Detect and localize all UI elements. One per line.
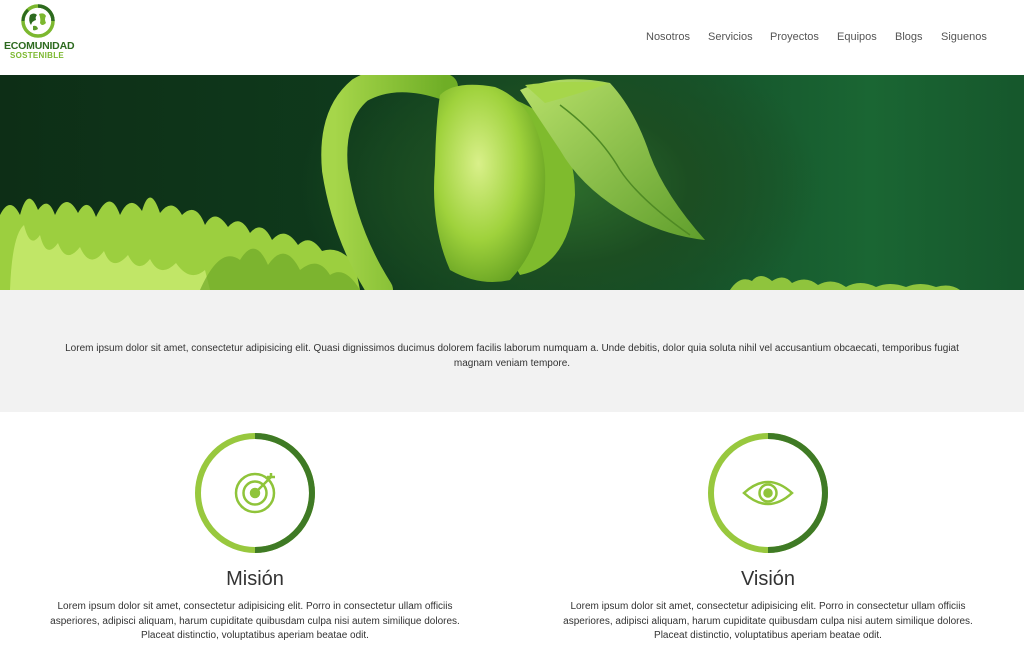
mission-text: Lorem ipsum dolor sit amet, consectetur … — [50, 601, 460, 641]
vision-ring — [708, 433, 828, 553]
nav-item-proyectos[interactable]: Proyectos — [770, 31, 819, 43]
vision-card: Visión Lorem ipsum dolor sit amet, conse… — [558, 412, 978, 650]
nav-item-siguenos[interactable]: Siguenos — [941, 31, 987, 43]
brand-tagline: SOSTENIBLE — [9, 51, 65, 60]
mission-title: Misión — [226, 568, 284, 590]
vision-title: Visión — [740, 568, 796, 590]
main-nav: Nosotros Servicios Proyectos Equipos Blo… — [0, 31, 1024, 47]
target-icon — [234, 472, 276, 514]
intro-text: Lorem ipsum dolor sit amet, consectetur … — [65, 343, 959, 369]
mission-card: Misión Lorem ipsum dolor sit amet, conse… — [45, 412, 465, 650]
seedling-image — [0, 75, 960, 290]
mission-ring — [195, 433, 315, 553]
nav-item-servicios[interactable]: Servicios — [708, 31, 753, 43]
hero-banner — [0, 75, 1024, 290]
nav-item-blogs[interactable]: Blogs — [895, 31, 923, 43]
eye-icon — [742, 480, 794, 506]
nav-item-nosotros[interactable]: Nosotros — [646, 31, 690, 43]
site-header: ECOMUNIDAD SOSTENIBLE Nosotros Servicios… — [0, 0, 1024, 75]
nav-item-equipos[interactable]: Equipos — [837, 31, 877, 43]
vision-text: Lorem ipsum dolor sit amet, consectetur … — [563, 601, 973, 641]
intro-section: Lorem ipsum dolor sit amet, consectetur … — [0, 290, 1024, 412]
